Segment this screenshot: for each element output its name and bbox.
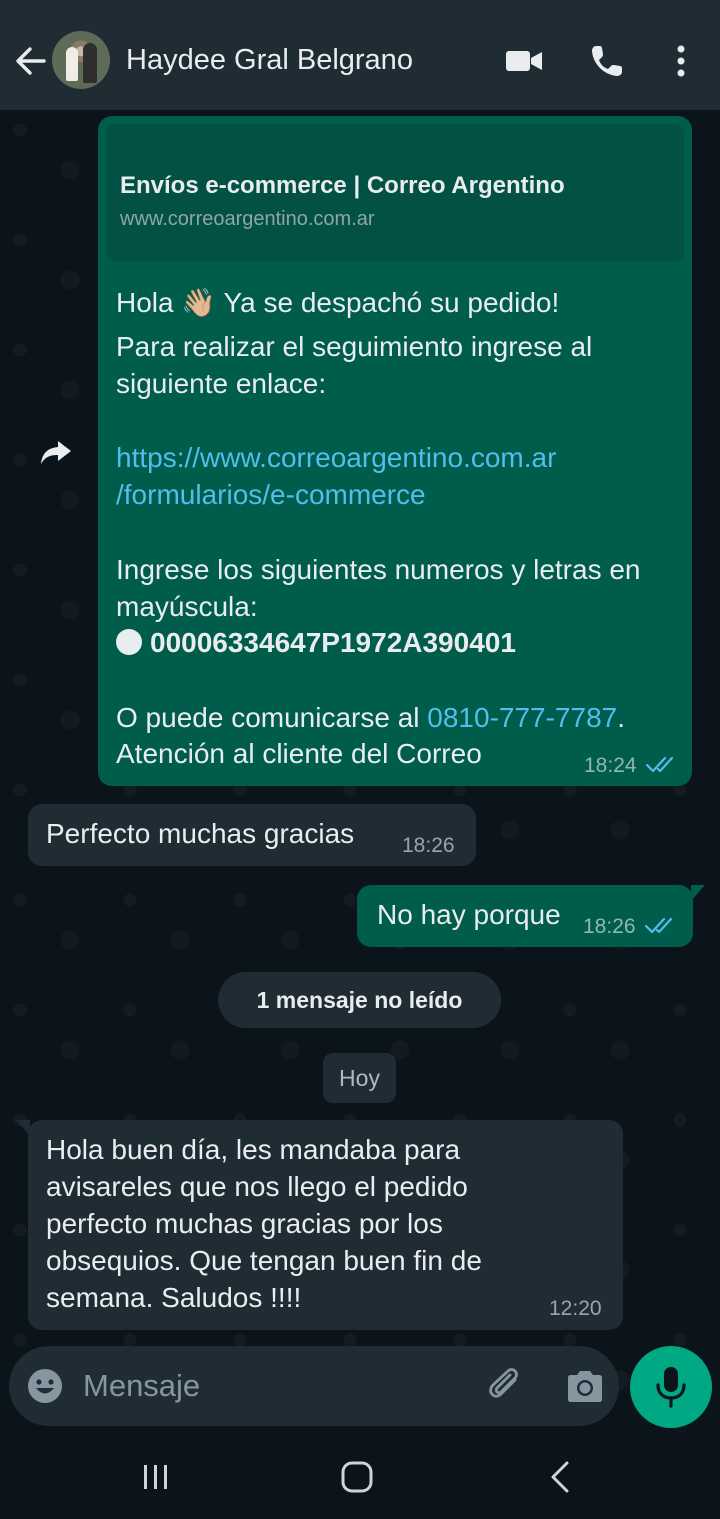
message-text: O puede comunicarse al bbox=[116, 702, 428, 733]
smiley-icon[interactable] bbox=[27, 1368, 63, 1404]
message-line: Ingrese los siguientes numeros y letras … bbox=[116, 554, 641, 585]
message-line: O puede comunicarse al 0810-777-7787. bbox=[116, 702, 625, 734]
link-preview-title: Envíos e-commerce | Correo Argentino bbox=[120, 172, 565, 199]
contact-name[interactable]: Haydee Gral Belgrano bbox=[126, 44, 413, 77]
message-composer bbox=[9, 1346, 619, 1426]
double-check-read-icon bbox=[645, 917, 673, 934]
message-bubble-incoming[interactable]: Hola buen día, les mandaba para avisarel… bbox=[16, 1120, 623, 1330]
link-preview[interactable]: Envíos e-commerce | Correo Argentino www… bbox=[106, 124, 684, 262]
tracking-code: 00006334647P1972A390401 bbox=[150, 627, 516, 658]
system-navigation-bar bbox=[0, 1436, 720, 1519]
message-text: No hay porque bbox=[377, 899, 561, 930]
video-camera-icon[interactable] bbox=[505, 47, 543, 75]
avatar-figure-right bbox=[83, 43, 97, 83]
arrow-left-icon[interactable] bbox=[14, 44, 46, 78]
message-time: 12:20 bbox=[549, 1297, 602, 1320]
message-line: Atención al cliente del Correo bbox=[116, 738, 482, 769]
phone-icon[interactable] bbox=[590, 44, 624, 78]
message-text: Ya se despachó su pedido! bbox=[216, 287, 560, 318]
message-bubble-outgoing[interactable]: No hay porque 18:26 bbox=[357, 885, 705, 947]
microphone-button[interactable] bbox=[630, 1346, 712, 1428]
camera-icon[interactable] bbox=[565, 1368, 605, 1404]
chat-header: Haydee Gral Belgrano bbox=[0, 0, 720, 110]
message-line: Hola 👋🏼 Ya se despachó su pedido! bbox=[116, 286, 559, 319]
message-time: 18:24 bbox=[584, 754, 637, 777]
white-circle-icon bbox=[116, 629, 142, 655]
message-input[interactable] bbox=[83, 1364, 463, 1408]
message-line: Hola buen día, les mandaba para bbox=[46, 1134, 461, 1165]
message-line: semana. Saludos !!!! bbox=[46, 1282, 302, 1313]
waving-hand-emoji: 👋🏼 bbox=[181, 287, 217, 318]
message-line: Para realizar el seguimiento ingrese al bbox=[116, 331, 593, 362]
phone-link[interactable]: 0810-777-7787 bbox=[427, 702, 617, 733]
tracking-link-continued[interactable]: /formularios/e-commerce bbox=[116, 479, 426, 511]
avatar[interactable] bbox=[52, 31, 110, 89]
recent-apps-icon[interactable] bbox=[140, 1462, 172, 1492]
message-time: 18:26 bbox=[583, 915, 636, 938]
unread-messages-banner: 1 mensaje no leído bbox=[218, 972, 501, 1028]
message-line: avisareles que nos llego el pedido bbox=[46, 1171, 468, 1202]
message-line: siguiente enlace: bbox=[116, 368, 327, 399]
forward-arrow-icon[interactable] bbox=[40, 438, 72, 466]
message-bubble-incoming[interactable]: Perfecto muchas gracias 18:26 bbox=[28, 804, 476, 866]
message-text: Perfecto muchas gracias bbox=[46, 818, 355, 849]
tracking-code-line: 00006334647P1972A390401 bbox=[116, 627, 516, 659]
tracking-link[interactable]: https://www.correoargentino.com.ar bbox=[116, 442, 556, 474]
date-divider: Hoy bbox=[323, 1053, 396, 1103]
message-line: mayúscula: bbox=[116, 591, 258, 622]
home-icon[interactable] bbox=[340, 1460, 374, 1494]
paperclip-icon[interactable] bbox=[487, 1366, 527, 1406]
back-chevron-icon[interactable] bbox=[548, 1460, 572, 1494]
double-check-read-icon bbox=[646, 756, 674, 773]
avatar-figure-left bbox=[66, 47, 78, 81]
message-line: perfecto muchas gracias por los bbox=[46, 1208, 443, 1239]
bubble-tail bbox=[16, 1120, 30, 1136]
message-line: obsequios. Que tengan buen fin de bbox=[46, 1245, 482, 1276]
message-text: Hola bbox=[116, 287, 182, 318]
link-preview-url: www.correoargentino.com.ar bbox=[120, 208, 375, 230]
microphone-icon bbox=[656, 1367, 686, 1408]
message-time: 18:26 bbox=[402, 834, 455, 857]
bubble-tail bbox=[691, 885, 705, 901]
message-bubble-outgoing[interactable]: Envíos e-commerce | Correo Argentino www… bbox=[98, 116, 692, 786]
message-text: . bbox=[617, 702, 626, 733]
kebab-menu-icon[interactable] bbox=[674, 44, 688, 78]
